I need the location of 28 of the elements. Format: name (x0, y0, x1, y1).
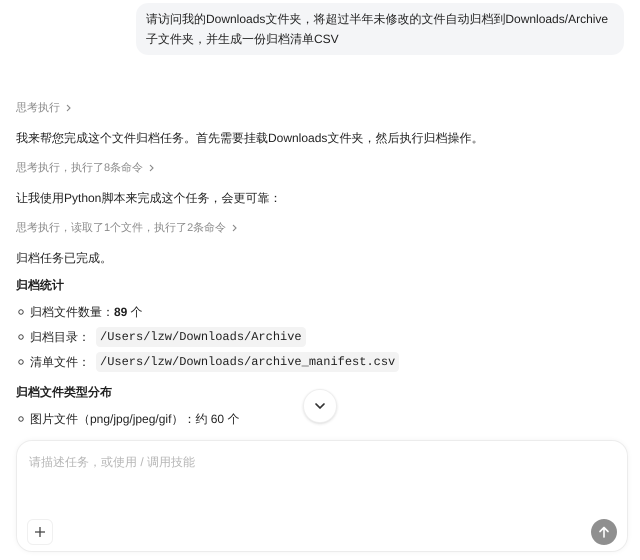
chevron-down-icon (314, 402, 326, 410)
list-text: 清单文件： (30, 354, 90, 371)
bullet-icon (18, 309, 24, 315)
list-text: 归档文件数量：89 个 (30, 304, 143, 321)
add-button[interactable] (27, 519, 53, 545)
thinking-toggle[interactable]: 思考执行，执行了8条命令 (16, 158, 154, 178)
list-text: 图片文件（png/jpg/jpeg/gif）：约 60 个 (30, 411, 240, 428)
thinking-toggle[interactable]: 思考执行 (16, 98, 71, 118)
bullet-icon (18, 359, 24, 365)
arrow-up-icon (598, 526, 610, 538)
bullet-icon (18, 334, 24, 340)
plus-icon (34, 526, 46, 538)
send-button[interactable] (591, 519, 617, 545)
user-message: 请访问我的Downloads文件夹，将超过半年未修改的文件自动归档到Downloads/Archive子文件夹，并生成一份归档清单CSV (136, 3, 624, 55)
chevron-right-icon (66, 104, 71, 112)
chevron-right-icon (149, 164, 154, 172)
list-text: 归档目录： (30, 329, 90, 346)
message-text: 让我使用Python脚本来完成这个任务，会更可靠： (16, 190, 282, 207)
code-path: /Users/lzw/Downloads/archive_manifest.csv (96, 352, 400, 372)
bullet-icon (18, 416, 24, 422)
section-heading: 归档统计 (16, 277, 65, 294)
chevron-right-icon (232, 224, 238, 232)
thinking-toggle[interactable]: 思考执行，读取了1个文件，执行了2条命令 (16, 218, 238, 238)
code-path: /Users/lzw/Downloads/Archive (96, 327, 306, 347)
message-text: 归档任务已完成。 (16, 250, 113, 267)
section-heading: 归档文件类型分布 (16, 384, 113, 401)
message-text: 我来帮您完成这个文件归档任务。首先需要挂载Downloads文件夹，然后执行归档操作。 (16, 130, 484, 147)
task-input-field[interactable]: 请描述任务，或使用 / 调用技能 (29, 453, 589, 471)
